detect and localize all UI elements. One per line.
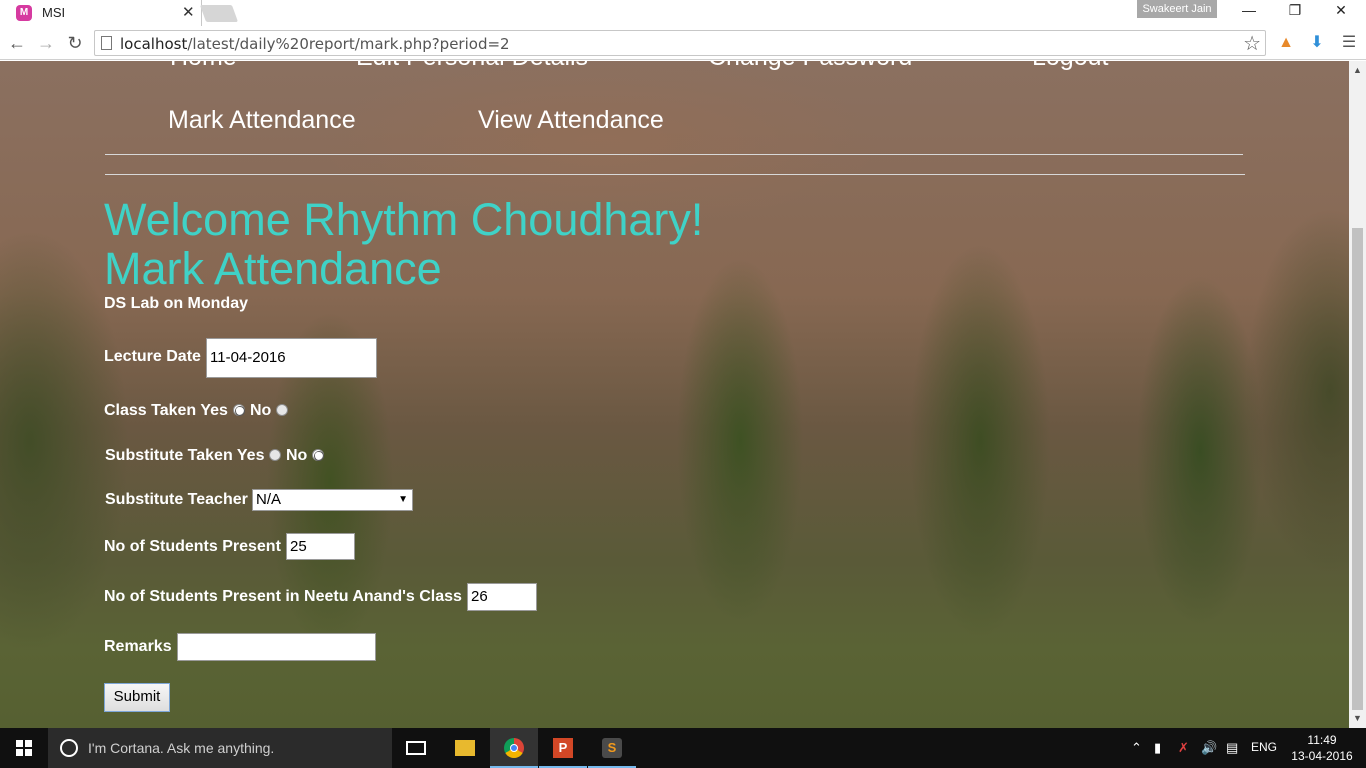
- substitute-taken-no-radio[interactable]: [312, 449, 324, 461]
- site-favicon-icon: M: [16, 5, 32, 21]
- browser-tab[interactable]: M MSI ✕: [6, 0, 202, 26]
- restore-icon[interactable]: ❐: [1272, 2, 1318, 24]
- volume-icon[interactable]: 🔊: [1201, 740, 1217, 756]
- cortana-placeholder: I'm Cortana. Ask me anything.: [88, 740, 275, 756]
- network-icon[interactable]: ✗: [1178, 740, 1189, 756]
- language-indicator[interactable]: ENG: [1251, 740, 1277, 754]
- clock-time: 11:49: [1307, 733, 1337, 747]
- url-path: /latest/daily%20report/mark.php?period=2: [187, 35, 510, 53]
- class-taken-yes-radio[interactable]: [233, 404, 245, 416]
- nav-view-attendance-link[interactable]: View Attendance: [478, 106, 664, 135]
- back-arrow-icon[interactable]: ←: [6, 32, 28, 54]
- minimize-icon[interactable]: —: [1226, 2, 1272, 24]
- students-present-label: No of Students Present: [104, 538, 281, 555]
- windows-logo-icon: [16, 740, 32, 756]
- students-present-field[interactable]: 25: [286, 533, 355, 560]
- cortana-icon: [60, 739, 78, 757]
- page-scrollbar[interactable]: ▲ ▼: [1349, 61, 1366, 728]
- clock[interactable]: 11:49 13-04-2016: [1290, 732, 1354, 764]
- window-close-icon[interactable]: ✕: [1318, 2, 1364, 24]
- substitute-taken-yes-radio[interactable]: [269, 449, 281, 461]
- substitute-taken-label: Substitute Taken: [105, 447, 233, 464]
- tray-chevron-icon[interactable]: ⌃: [1131, 740, 1142, 756]
- class-taken-label: Class Taken: [104, 402, 197, 419]
- address-bar[interactable]: localhost/latest/daily%20report/mark.php…: [94, 30, 1266, 56]
- lecture-date-field[interactable]: 11-04-2016: [206, 338, 377, 378]
- remarks-field[interactable]: [177, 633, 376, 661]
- cortana-search-box[interactable]: I'm Cortana. Ask me anything.: [48, 728, 392, 768]
- clock-date: 13-04-2016: [1291, 749, 1353, 763]
- nav-edit-details-link[interactable]: Edit Personal Details: [356, 61, 588, 72]
- chrome-icon[interactable]: [490, 728, 538, 768]
- class-taken-no-label: No: [250, 402, 272, 419]
- substitute-teacher-select[interactable]: N/A ▼: [252, 489, 413, 511]
- substitute-taken-no-label: No: [286, 447, 308, 464]
- nav-change-password-link[interactable]: Change Password: [708, 61, 912, 72]
- menu-icon[interactable]: ☰: [1338, 32, 1360, 54]
- dropdown-arrow-icon: ▼: [398, 494, 408, 505]
- nav-logout-link[interactable]: Logout: [1032, 61, 1108, 72]
- taskbar: I'm Cortana. Ask me anything. P S ⌃ ▮ ✗ …: [0, 728, 1366, 768]
- scroll-down-icon[interactable]: ▼: [1353, 713, 1362, 723]
- substitute-teacher-label: Substitute Teacher: [105, 491, 248, 508]
- tab-title: MSI: [42, 5, 66, 20]
- profile-button[interactable]: Swakeert Jain: [1137, 0, 1217, 18]
- tab-close-icon[interactable]: ✕: [182, 3, 195, 21]
- other-class-present-label: No of Students Present in Neetu Anand's …: [104, 588, 462, 605]
- powerpoint-icon[interactable]: P: [539, 728, 587, 768]
- class-taken-yes-label: Yes: [200, 402, 228, 419]
- bookmark-star-icon[interactable]: ☆: [1243, 31, 1261, 56]
- nav-home-link[interactable]: Home: [170, 61, 237, 72]
- tab-strip: M MSI ✕ Swakeert Jain — ❐ ✕: [0, 0, 1366, 26]
- lecture-subheading: DS Lab on Monday: [104, 295, 248, 312]
- remarks-label: Remarks: [104, 638, 172, 655]
- page-icon: [101, 36, 112, 50]
- reload-icon[interactable]: ↻: [64, 32, 86, 54]
- action-center-icon[interactable]: ▤: [1226, 740, 1238, 756]
- sublime-text-icon[interactable]: S: [588, 728, 636, 768]
- substitute-taken-yes-label: Yes: [236, 447, 265, 464]
- nav-divider: [105, 154, 1243, 155]
- browser-toolbar: ← → ↻ localhost/latest/daily%20report/ma…: [0, 26, 1366, 60]
- nav-divider: [105, 174, 1245, 175]
- submit-button[interactable]: Submit: [104, 683, 170, 712]
- download-arrow-icon[interactable]: ⬇: [1306, 32, 1328, 54]
- page-title: Mark Attendance: [104, 243, 442, 294]
- welcome-heading: Welcome Rhythm Choudhary!: [104, 194, 704, 245]
- scroll-thumb[interactable]: [1352, 228, 1363, 710]
- substitute-teacher-selected: N/A: [256, 491, 282, 508]
- task-view-icon[interactable]: [392, 728, 440, 768]
- scroll-up-icon[interactable]: ▲: [1353, 65, 1362, 75]
- forward-arrow-icon[interactable]: →: [35, 32, 57, 54]
- start-button[interactable]: [0, 728, 48, 768]
- extension-flame-icon[interactable]: ▲: [1275, 32, 1297, 54]
- page-viewport: Home Edit Personal Details Change Passwo…: [0, 61, 1349, 728]
- url-host: localhost: [120, 35, 188, 53]
- file-explorer-icon[interactable]: [441, 728, 489, 768]
- battery-icon[interactable]: ▮: [1154, 740, 1161, 756]
- lecture-date-label: Lecture Date: [104, 348, 201, 365]
- nav-mark-attendance-link[interactable]: Mark Attendance: [168, 106, 356, 135]
- new-tab-button[interactable]: [199, 5, 239, 22]
- other-class-present-field[interactable]: 26: [467, 583, 537, 611]
- class-taken-no-radio[interactable]: [276, 404, 288, 416]
